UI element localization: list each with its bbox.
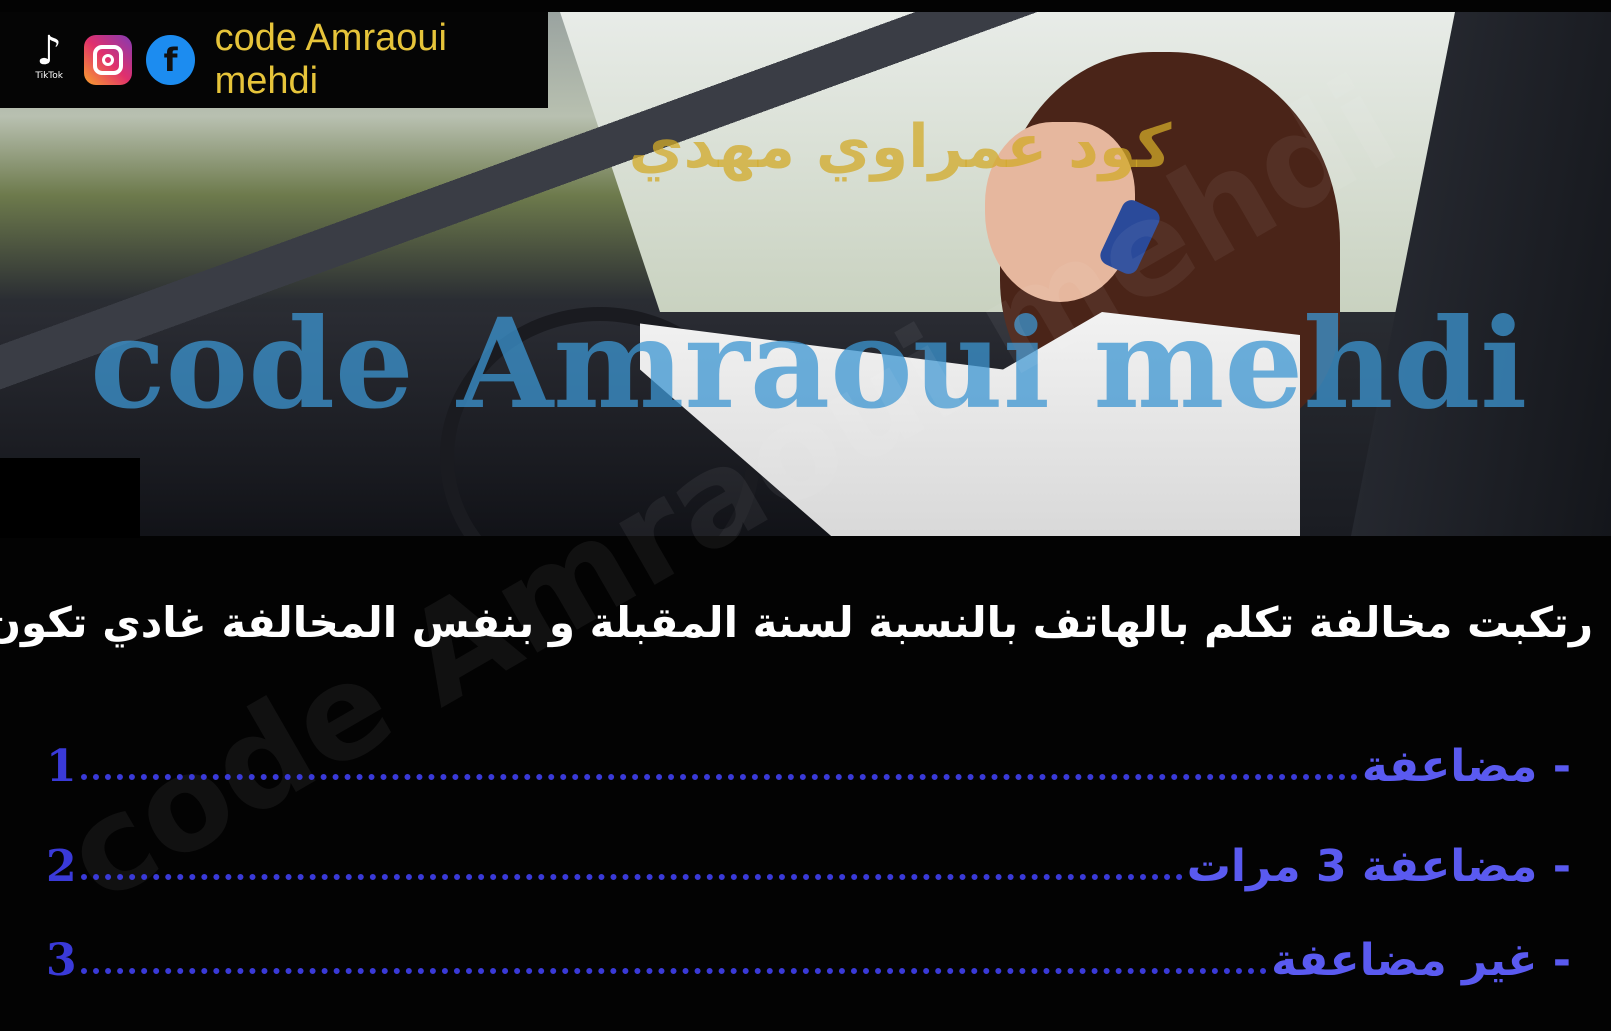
option-text: - مضاعفة 3 مرات: [1186, 840, 1571, 892]
dotted-leader: [80, 852, 1183, 880]
option-text: - غير مضاعفة: [1271, 934, 1571, 986]
answer-option-3[interactable]: 3 - غير مضاعفة: [46, 930, 1571, 990]
brand-banner: ♪ TikTok f code Amraoui mehdi: [0, 12, 548, 108]
answer-option-1[interactable]: 1 - مضاعفة: [46, 736, 1571, 796]
brand-name: code Amraoui mehdi: [214, 17, 447, 102]
instagram-icon: [84, 35, 133, 85]
option-number: 2: [46, 840, 77, 892]
facebook-icon: f: [146, 35, 195, 85]
option-number: 1: [46, 740, 77, 792]
option-text: - مضاعفة: [1361, 740, 1571, 792]
answer-option-2[interactable]: 2 - مضاعفة 3 مرات: [46, 836, 1571, 896]
option-number: 3: [46, 934, 77, 986]
tiktok-icon: ♪ TikTok: [35, 28, 63, 81]
dotted-leader: [80, 752, 1358, 780]
dotted-leader: [80, 946, 1268, 974]
quiz-slide: كود عمراوي مهدي code Amraoui mehdi ♪ TikT…: [0, 0, 1611, 1031]
question-text: رتكبت مخالفة تكلم بالهاتف بالنسبة لسنة ا…: [0, 598, 1593, 647]
arabic-watermark: كود عمراوي مهدي: [628, 112, 1172, 182]
